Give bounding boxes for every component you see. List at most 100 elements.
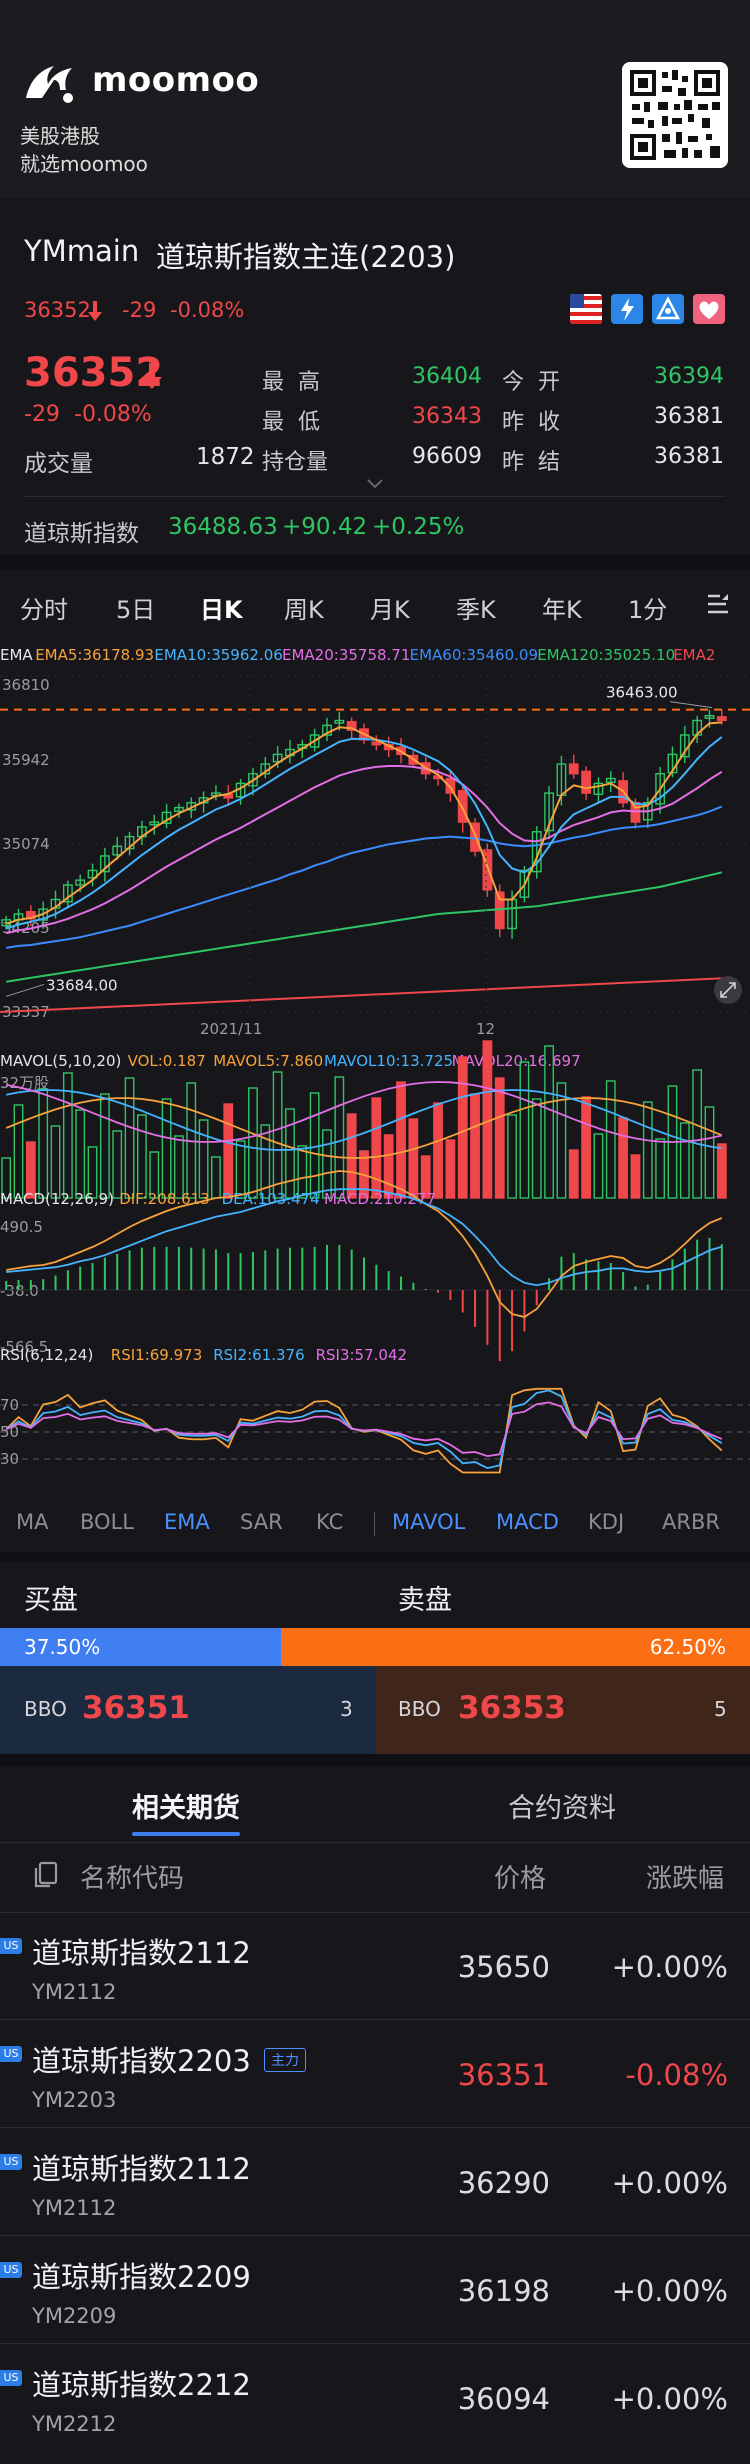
col-price-header: 价格 <box>494 1864 547 1894</box>
tab-5[interactable]: 月K <box>370 590 410 625</box>
stat-label: 今 开 <box>502 370 560 395</box>
us-flag-icon[interactable] <box>570 294 602 324</box>
volume-bar <box>112 1130 123 1199</box>
tab-6[interactable]: 季K <box>456 590 496 625</box>
rsi-legend-3: RSI3:57.042 <box>316 1346 407 1364</box>
volume-value: 1872 <box>196 444 255 470</box>
volume-bar <box>161 1098 172 1199</box>
sell-label: 卖盘 <box>398 1585 452 1616</box>
rsi-tick: 70 <box>0 1396 19 1414</box>
people-icon[interactable] <box>652 294 684 324</box>
volume-bar <box>211 1156 221 1199</box>
lightning-icon[interactable] <box>611 294 643 324</box>
stat-value: 36404 <box>412 364 482 389</box>
tab-related-futures[interactable]: 相关期货 <box>132 1786 240 1825</box>
stat-value: 36343 <box>412 404 482 429</box>
tab-7[interactable]: 年K <box>542 590 582 625</box>
future-code: YM2209 <box>32 2304 117 2328</box>
list-item[interactable]: US 道琼斯指数2203 主力 YM2203 36351 -0.08% <box>0 2020 750 2128</box>
tab-contract-info[interactable]: 合约资料 <box>508 1786 616 1825</box>
price-change-pct: -0.08% <box>74 402 152 427</box>
small-change: -29 <box>122 298 157 322</box>
volume-bar <box>704 1106 715 1199</box>
future-name: 道琼斯指数2112 <box>32 1936 251 1970</box>
volume-bar <box>223 1103 234 1199</box>
stat-label: 持仓量 <box>262 450 329 475</box>
ema10-line <box>5 736 723 930</box>
volume-bar <box>470 1093 480 1199</box>
tab-2[interactable]: 5日 <box>116 590 155 625</box>
future-price: 36198 <box>457 2274 550 2308</box>
volume-bar <box>334 1076 345 1199</box>
volume-bar <box>136 1114 147 1199</box>
list-item[interactable]: US 道琼斯指数2209 YM2209 36198 +0.00% <box>0 2236 750 2344</box>
tab-8[interactable]: 1分 <box>628 590 667 625</box>
macd-legend-2: DEA:103.474 <box>222 1190 320 1208</box>
quote-divider <box>24 496 726 497</box>
candle-body <box>482 849 493 891</box>
future-code: YM2203 <box>32 2088 117 2112</box>
indicator-kdj[interactable]: KDJ <box>588 1510 624 1534</box>
heart-icon[interactable] <box>693 294 725 324</box>
tabs-separator <box>0 1842 750 1843</box>
list-item[interactable]: US 道琼斯指数2212 YM2212 36094 +0.00% <box>0 2344 750 2452</box>
buy-pct: 37.50% <box>24 1635 101 1659</box>
col-name-header: 名称代码 <box>80 1864 185 1894</box>
macd-legend-1: DIF:208.613 <box>119 1190 210 1208</box>
chart-area[interactable]: EMA EMA5:36178.93 EMA10:35962.06 EMA20:3575… <box>0 640 750 1490</box>
indicator-sar[interactable]: SAR <box>240 1510 283 1534</box>
macd-legend-0: MACD(12,26,9) <box>0 1190 114 1208</box>
chart-svg[interactable]: EMA EMA5:36178.93 EMA10:35962.06 EMA20:3575… <box>0 640 750 1490</box>
volume-bar <box>124 1077 135 1199</box>
future-price: 36351 <box>457 2058 550 2092</box>
list-item[interactable]: US 道琼斯指数2112 YM2112 35650 +0.00% <box>0 1912 750 2020</box>
fullscreen-icon[interactable] <box>714 976 742 1004</box>
tab-active-underline <box>132 1832 240 1836</box>
copy-icon[interactable] <box>32 1860 60 1890</box>
ema-legend-1: EMA5:36178.93 <box>35 646 154 664</box>
rsi-legend-0: RSI(6,12,24) <box>0 1346 93 1364</box>
small-price: 36352 <box>24 298 91 322</box>
bid-qty: 3 <box>340 1697 353 1721</box>
ask-price: 36353 <box>458 1690 566 1726</box>
mavol-legend-3: MAVOL10:13.725 <box>324 1052 453 1070</box>
future-change: -0.08% <box>625 2058 728 2092</box>
indicator-ema[interactable]: EMA <box>164 1510 210 1534</box>
rsi-tick: 30 <box>0 1450 19 1468</box>
candle-body <box>457 790 468 823</box>
indicator-boll[interactable]: BOLL <box>80 1510 134 1534</box>
indicator-macd[interactable]: MACD <box>496 1510 559 1534</box>
chart-settings-icon[interactable] <box>704 590 732 622</box>
tab-3[interactable]: 日K <box>200 590 243 625</box>
index-value: 36488.63 <box>168 514 278 540</box>
brand-name: moomoo <box>92 60 260 100</box>
volume-bar <box>445 1139 456 1199</box>
volume-bar <box>38 1088 49 1199</box>
indicator-ma[interactable]: MA <box>16 1510 48 1534</box>
col-change-header: 涨跌幅 <box>646 1864 725 1894</box>
indicator-arbr[interactable]: ARBR <box>662 1510 720 1534</box>
expand-chevron-icon[interactable] <box>366 478 384 490</box>
list-item[interactable]: US 道琼斯指数2112 YM2112 36290 +0.00% <box>0 2128 750 2236</box>
tab-1[interactable]: 分时 <box>20 590 68 625</box>
tagline-line-1: 美股港股 <box>20 124 100 148</box>
ema120-line <box>6 871 723 983</box>
volume-bar <box>618 1117 629 1199</box>
volume-bar <box>433 1102 443 1199</box>
qr-code-icon[interactable] <box>622 62 728 168</box>
y-tick-label: 35074 <box>2 835 50 853</box>
us-market-badge: US <box>0 2370 22 2386</box>
tab-4[interactable]: 周K <box>284 590 324 625</box>
candle-body <box>630 802 641 823</box>
future-price: 35650 <box>457 1950 550 1984</box>
rsi-legend-1: RSI1:69.973 <box>111 1346 202 1364</box>
us-market-badge: US <box>0 1938 22 1954</box>
mavol-legend-1: VOL:0.187 <box>128 1052 206 1070</box>
us-market-badge: US <box>0 2046 22 2062</box>
volume-bar <box>642 1101 653 1199</box>
volume-bar <box>581 1096 592 1199</box>
indicator-kc[interactable]: KC <box>316 1510 343 1534</box>
future-price: 36094 <box>457 2382 550 2416</box>
stat-label: 最 低 <box>262 410 320 435</box>
indicator-mavol[interactable]: MAVOL <box>392 1510 465 1534</box>
